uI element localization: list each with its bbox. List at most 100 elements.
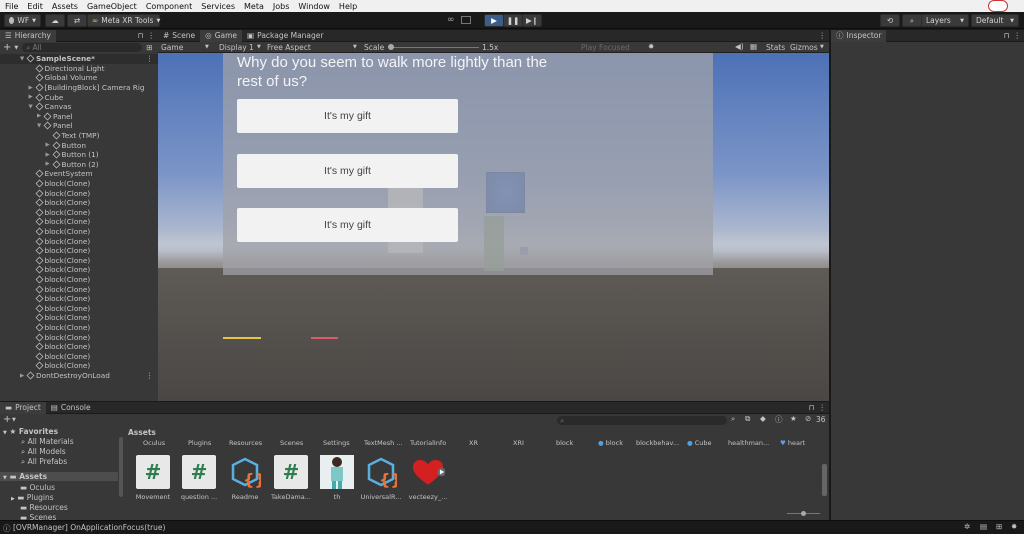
more-icon[interactable]: ⋮ <box>148 31 156 40</box>
play-focused-dropdown[interactable]: Play Focused <box>581 43 630 52</box>
project-search-input[interactable]: ⌕ <box>557 416 727 425</box>
stats-toggle[interactable]: Stats <box>766 43 785 52</box>
folder-item[interactable]: Scenes <box>280 439 303 447</box>
assets-breadcrumb[interactable]: Assets <box>128 428 156 437</box>
menu-window[interactable]: Window <box>298 2 330 11</box>
folder-item[interactable]: block <box>556 439 573 447</box>
tree-plugins[interactable]: ▶ ▬ Plugins <box>11 493 54 502</box>
hierarchy-item[interactable]: block(Clone) <box>0 236 158 246</box>
tab-game[interactable]: ◎ Game <box>200 29 243 42</box>
hierarchy-item[interactable]: ▶ Button <box>0 140 158 150</box>
label-icon[interactable]: ◆ <box>760 414 766 423</box>
folder-item[interactable]: XR <box>469 439 478 447</box>
record-icon[interactable] <box>988 0 1008 12</box>
hierarchy-item[interactable]: Directional Light <box>0 64 158 74</box>
hierarchy-item[interactable]: ▶ Button (2) <box>0 160 158 170</box>
hierarchy-item[interactable]: ▶ Panel <box>0 112 158 122</box>
scene-visibility-icon[interactable]: ⊞ <box>146 43 152 52</box>
hierarchy-item[interactable]: block(Clone) <box>0 188 158 198</box>
aspect-dropdown[interactable]: Free Aspect <box>267 43 311 52</box>
hierarchy-item[interactable]: ▶ DontDestroyOnLoad ⋮ <box>0 371 158 381</box>
lock-icon[interactable]: ⊓ <box>1004 31 1010 40</box>
account-dropdown[interactable]: WF ▼ <box>4 14 41 27</box>
asset-item[interactable]: vecteezy_... <box>405 455 451 501</box>
folder-item[interactable]: TextMesh ... <box>364 439 403 447</box>
menu-gameobject[interactable]: GameObject <box>87 2 137 11</box>
more-icon[interactable]: ⋮ <box>819 31 827 40</box>
search-by-type-icon[interactable]: ⌕ <box>731 414 735 424</box>
hierarchy-item[interactable]: block(Clone) <box>0 313 158 323</box>
more-icon[interactable]: ⋮ <box>146 371 153 380</box>
tree-scrollbar[interactable] <box>119 437 123 497</box>
step-button[interactable]: ▶❙ <box>522 14 542 27</box>
layers-dropdown[interactable]: Layers ▼ <box>921 14 969 27</box>
chevron-down-icon[interactable]: ▼ <box>820 44 824 50</box>
menu-component[interactable]: Component <box>146 2 192 11</box>
asset-grid-scrollbar[interactable] <box>822 464 827 496</box>
tree-oculus[interactable]: ▬ Oculus <box>20 483 55 492</box>
tab-hierarchy[interactable]: ☰ Hierarchy <box>0 29 56 42</box>
play-button[interactable]: ▶ <box>484 14 504 27</box>
asset-item[interactable]: {} Readme <box>222 455 268 501</box>
display-dropdown[interactable]: Display 1 <box>219 43 254 52</box>
menu-meta[interactable]: Meta <box>244 2 264 11</box>
chevron-right-icon[interactable]: ▶ <box>46 152 53 158</box>
settings-icon[interactable]: ✸ <box>1011 522 1017 531</box>
hierarchy-item[interactable]: ▶ Button (1) <box>0 150 158 160</box>
hierarchy-item[interactable]: block(Clone) <box>0 198 158 208</box>
tab-inspector[interactable]: ⓘ Inspector <box>831 29 887 42</box>
search-icon[interactable]: ⌕ <box>902 14 922 27</box>
asset-item[interactable]: {} UniversalR... <box>358 455 404 501</box>
game-mode-dropdown[interactable]: Game <box>161 43 183 52</box>
add-icon[interactable]: + <box>3 42 11 53</box>
chevron-down-icon[interactable]: ▼ <box>37 123 44 129</box>
progress-icon[interactable]: ▤ <box>980 522 987 531</box>
scale-slider[interactable] <box>389 47 479 48</box>
lock-icon[interactable]: ⊓ <box>809 403 815 412</box>
tab-scene[interactable]: # Scene <box>158 30 200 42</box>
history-icon[interactable]: ⟲ <box>880 14 900 27</box>
hierarchy-search-input[interactable]: ⌕ All <box>22 43 143 52</box>
hierarchy-item[interactable]: block(Clone) <box>0 227 158 237</box>
star-icon[interactable]: ★ <box>790 414 797 423</box>
game-viewport[interactable]: Why do you seem to walk more lightly tha… <box>158 53 829 401</box>
cloud-icon[interactable]: ☁ <box>45 14 65 27</box>
hierarchy-item[interactable]: block(Clone) <box>0 208 158 218</box>
tree-resources[interactable]: ▬ Resources <box>20 503 68 512</box>
device-icon[interactable] <box>461 16 471 24</box>
favorites-header[interactable]: ▼ ★ Favorites <box>3 427 58 436</box>
hierarchy-item[interactable]: block(Clone) <box>0 352 158 362</box>
hierarchy-item[interactable]: block(Clone) <box>0 323 158 333</box>
chevron-down-icon[interactable]: ▼ <box>29 104 36 110</box>
more-icon[interactable]: ⋮ <box>1014 31 1022 40</box>
chevron-right-icon[interactable]: ▶ <box>29 85 36 91</box>
hierarchy-item[interactable]: Text (TMP) <box>0 131 158 141</box>
favorite-all-prefabs[interactable]: ⌕ All Prefabs <box>21 457 67 467</box>
warning-icon[interactable]: ⓘ <box>775 414 783 425</box>
hierarchy-item[interactable]: block(Clone) <box>0 284 158 294</box>
folder-item[interactable]: Resources <box>229 439 262 447</box>
hierarchy-item[interactable]: Global Volume <box>0 73 158 83</box>
favorite-all-materials[interactable]: ⌕ All Materials <box>21 437 74 447</box>
gizmos-toggle[interactable]: Gizmos <box>790 43 818 52</box>
menu-file[interactable]: File <box>5 2 18 11</box>
answer-button-1[interactable]: It's my gift <box>237 99 458 133</box>
asset-item[interactable]: # question ... <box>176 455 222 501</box>
hierarchy-item[interactable]: block(Clone) <box>0 304 158 314</box>
mute-icon[interactable]: ◀) <box>735 42 744 51</box>
layout-dropdown[interactable]: Default ▼ <box>971 14 1019 27</box>
lock-icon[interactable]: ⊓ <box>138 31 144 40</box>
asset-item[interactable]: # Movement <box>130 455 176 501</box>
folder-item[interactable]: ♥ heart <box>780 439 805 447</box>
hierarchy-item[interactable]: ▶ Cube <box>0 92 158 102</box>
menu-assets[interactable]: Assets <box>52 2 78 11</box>
tab-package-manager[interactable]: ▣ Package Manager <box>242 30 328 42</box>
folder-item[interactable]: ● block <box>598 439 623 447</box>
settings-icon[interactable]: ✸ <box>648 42 654 51</box>
folder-item[interactable]: healthman... <box>728 439 769 447</box>
bug-icon[interactable]: ✲ <box>964 522 970 531</box>
hierarchy-item[interactable]: block(Clone) <box>0 332 158 342</box>
status-message[interactable]: [OVRManager] OnApplicationFocus(true) <box>13 523 165 532</box>
collab-icon[interactable]: ⇄ <box>67 14 87 27</box>
chevron-down-icon[interactable]: ▼ <box>14 45 18 51</box>
